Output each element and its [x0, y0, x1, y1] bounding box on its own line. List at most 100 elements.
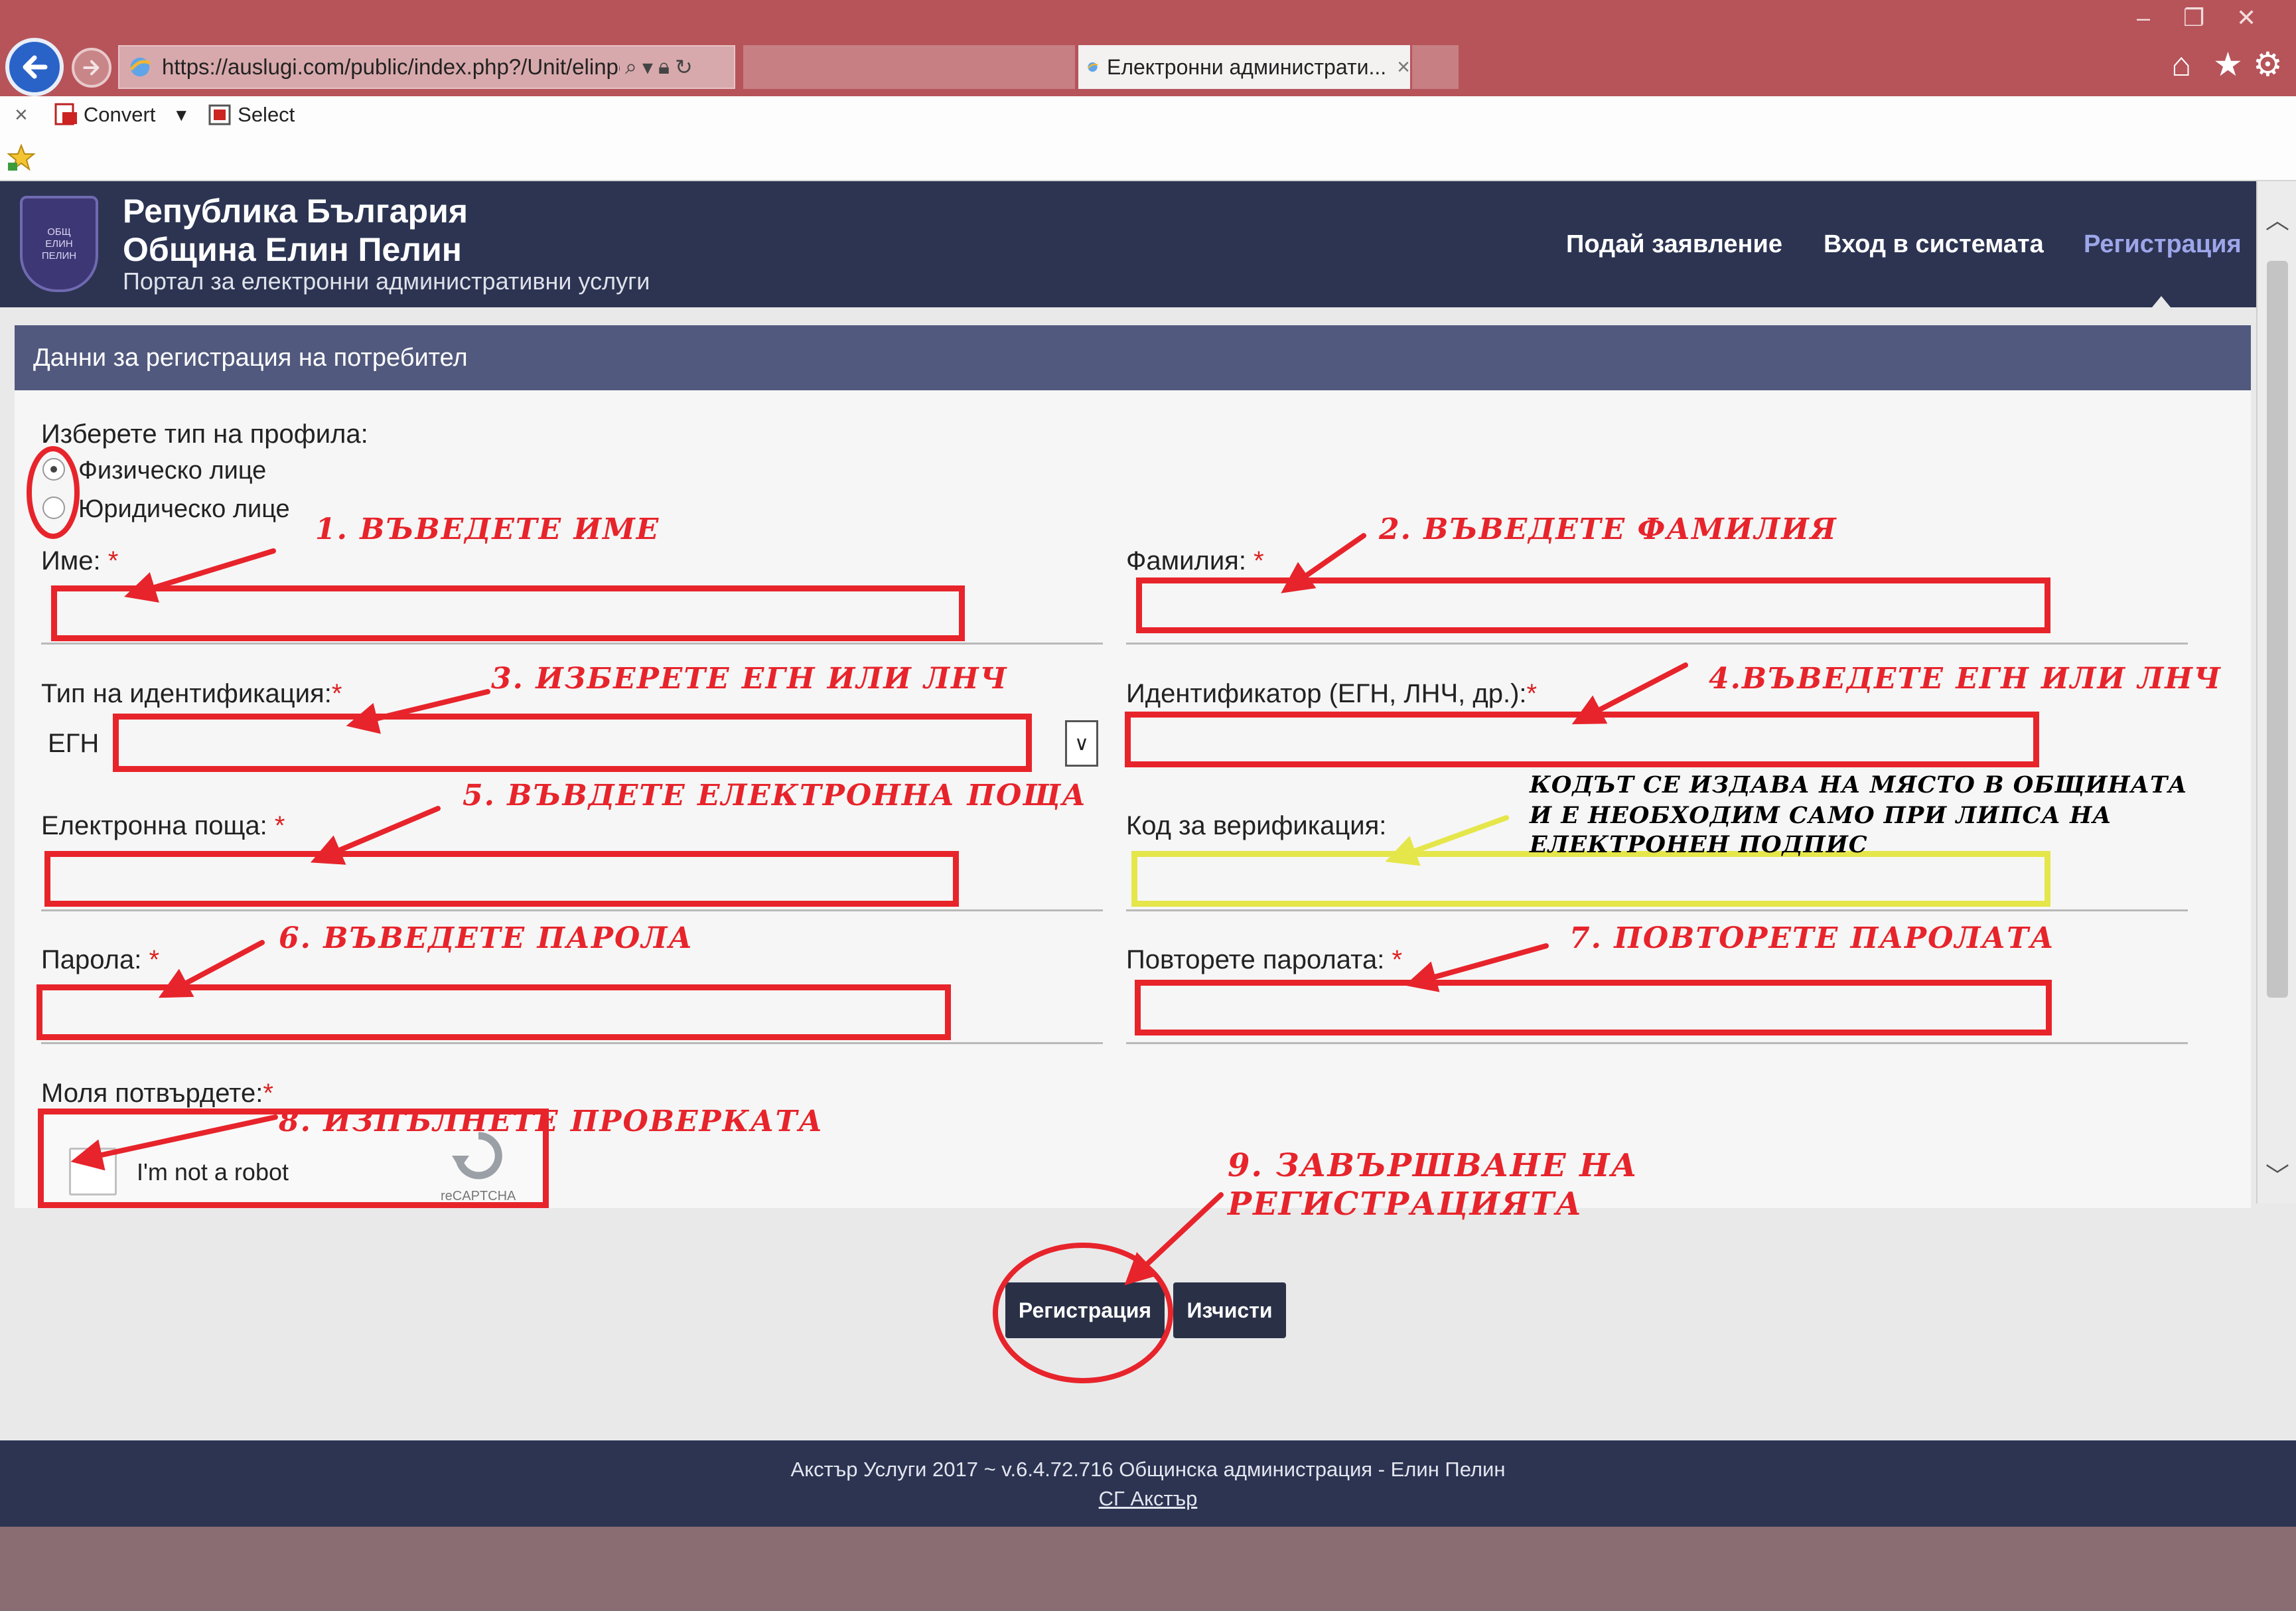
repeat-password-label: Повторете паролата: *: [1126, 945, 1403, 974]
verification-underline: [1126, 909, 2188, 911]
repeat-password-input[interactable]: [1135, 980, 2052, 1036]
back-button[interactable]: [5, 38, 64, 96]
search-icon[interactable]: ⌕: [625, 54, 637, 80]
verification-note-line1: КОДЪТ СЕ ИЗДАВА НА МЯСТО В ОБЩИНАТА: [1530, 771, 2188, 799]
header-subtitle: Портал за електронни административни усл…: [123, 268, 650, 295]
convert-dropdown-icon[interactable]: ▼: [173, 105, 190, 125]
dropdown-icon[interactable]: ▾: [642, 54, 653, 80]
radio-individual-label[interactable]: Физическо лице: [78, 457, 266, 485]
close-toolbar-icon[interactable]: ×: [15, 102, 28, 128]
annotation-step-4: 4.ВЪВЕДЕТЕ ЕГН ИЛИ ЛНЧ: [1709, 662, 2222, 696]
arrow-left-icon: [23, 55, 48, 79]
annotation-step-6: 6. ВЪВЕДЕТЕ ПАРОЛА: [279, 921, 694, 955]
address-url: https://auslugi.com/public/index.php?/Un…: [162, 54, 620, 79]
profile-type-label: Изберете тип на профила:: [41, 420, 368, 449]
address-bar[interactable]: https://auslugi.com/public/index.php?/Un…: [118, 45, 735, 89]
nav-register[interactable]: Регистрация: [2084, 230, 2242, 259]
command-bar: × Convert ▼ Select: [0, 96, 2296, 133]
annotation-step-5: 5. ВЪВДЕТЕ ЕЛЕКТРОННА ПОЩА: [463, 779, 1088, 812]
scroll-thumb[interactable]: [2267, 261, 2288, 998]
select-icon: [208, 104, 231, 125]
annotation-step-9-line1: 9. ЗАВЪРШВАНЕ НА: [1228, 1147, 1638, 1184]
radio-legal-entity-label[interactable]: Юридическо лице: [78, 495, 290, 524]
forward-button[interactable]: [72, 48, 111, 88]
footer-text: Акстър Услуги 2017 ~ v.6.4.72.716 Общинс…: [790, 1458, 1506, 1481]
captcha-text: I'm not a robot: [137, 1158, 289, 1186]
header-title-country: Република България: [123, 192, 468, 230]
id-type-selected[interactable]: ЕГН: [48, 729, 99, 759]
ie-page-icon: [129, 57, 151, 77]
header-title-municipality: Община Елин Пелин: [123, 231, 462, 268]
new-tab-area[interactable]: [1412, 45, 1459, 89]
gear-icon[interactable]: ⚙: [2253, 45, 2283, 84]
register-button[interactable]: Регистрация: [1005, 1282, 1165, 1338]
annotation-step-2: 2. ВЪВЕДЕТЕ ФАМИЛИЯ: [1379, 512, 1837, 546]
identifier-input[interactable]: [1125, 712, 2039, 767]
municipality-logo[interactable]: ОБЩ ЕЛИН ПЕЛИН: [20, 196, 98, 292]
browser-titlebar: https://auslugi.com/public/index.php?/Un…: [0, 0, 2296, 96]
nav-login[interactable]: Вход в системата: [1824, 230, 2044, 259]
annotation-step-1: 1. ВЪВЕДЕТЕ ИМЕ: [315, 512, 660, 546]
first-name-input[interactable]: [51, 585, 965, 641]
radio-legal-entity[interactable]: [42, 497, 65, 519]
email-label: Електронна поща: *: [41, 811, 285, 840]
favorites-add-icon[interactable]: [7, 143, 36, 172]
nav-submit-application[interactable]: Подай заявление: [1566, 230, 1782, 259]
page-scrollbar[interactable]: ︿ ﹀: [2256, 181, 2296, 1203]
tab-close-icon[interactable]: ×: [1397, 54, 1410, 80]
lock-icon[interactable]: 🔒︎: [658, 54, 670, 80]
annotation-step-7: 7. ПОВТОРЕТЕ ПАРОЛАТА: [1569, 921, 2055, 955]
annotation-step-9-line2: РЕГИСТРАЦИЯТА: [1228, 1186, 1583, 1223]
annotation-step-3: 3. ИЗБЕРЕТЕ ЕГН ИЛИ ЛНЧ: [491, 662, 1008, 696]
identifier-label: Идентификатор (ЕГН, ЛНЧ, др.):*: [1126, 679, 1538, 708]
favorites-star-icon[interactable]: ★: [2213, 45, 2243, 84]
favorites-bar: [0, 133, 2296, 181]
active-nav-caret: [2152, 296, 2171, 307]
first-name-label: Име: *: [41, 546, 119, 575]
close-window-icon[interactable]: ✕: [2236, 4, 2256, 32]
captcha-brand: reCAPTCHA: [441, 1189, 516, 1203]
select-label: Select: [238, 103, 295, 126]
verification-code-label: Код за верификация:: [1126, 811, 1387, 840]
verification-note-line3: ЕЛЕКТРОНЕН ПОДПИС: [1530, 831, 1868, 858]
scroll-down-icon[interactable]: ﹀: [2265, 1157, 2289, 1191]
id-type-label: Тип на идентификация:*: [41, 679, 342, 708]
refresh-icon[interactable]: ↻: [675, 54, 693, 80]
password-underline: [41, 1042, 1103, 1044]
verification-code-input[interactable]: [1131, 851, 2050, 907]
annotation-step-8: 8. ИЗПЪЛНЕТЕ ПРОВЕРКАТА: [279, 1105, 824, 1138]
scroll-up-icon[interactable]: ︿: [2265, 201, 2289, 236]
panel-title: Данни за регистрация на потребител: [15, 325, 2251, 390]
tab-title: Електронни администрати...: [1106, 54, 1387, 79]
verification-note-line2: И Е НЕОБХОДИМ САМО ПРИ ЛИПСА НА: [1530, 802, 2112, 829]
bottom-band: [0, 1527, 2296, 1611]
maximize-icon[interactable]: ❐: [2183, 4, 2204, 32]
select-button[interactable]: Select: [207, 102, 295, 128]
chevron-down-icon[interactable]: ∨: [1065, 720, 1098, 767]
repeat-password-underline: [1126, 1042, 2188, 1044]
tab-active[interactable]: Електронни администрати... ×: [1078, 45, 1410, 89]
site-footer: Акстър Услуги 2017 ~ v.6.4.72.716 Общинс…: [0, 1440, 2296, 1527]
password-input[interactable]: [36, 984, 951, 1040]
email-input[interactable]: [44, 851, 959, 907]
captcha-checkbox[interactable]: [69, 1148, 117, 1195]
last-name-input[interactable]: [1136, 577, 2050, 633]
last-name-underline: [1126, 643, 2188, 645]
minimize-icon[interactable]: ‒: [2137, 4, 2150, 32]
clear-button[interactable]: Изчисти: [1173, 1282, 1286, 1338]
required-mark: *: [108, 546, 119, 575]
footer-link[interactable]: СГ Акстър: [0, 1487, 2296, 1511]
id-type-select[interactable]: [113, 714, 1032, 772]
first-name-underline: [41, 643, 1103, 645]
password-label: Парола: *: [41, 945, 160, 974]
home-icon[interactable]: ⌂: [2171, 45, 2191, 84]
radio-individual[interactable]: [42, 458, 65, 481]
arrow-right-icon: [83, 60, 100, 76]
confirm-label: Моля потвърдете:*: [41, 1079, 273, 1108]
ie-tab-icon: [1087, 62, 1098, 72]
email-underline: [41, 909, 1103, 911]
last-name-label: Фамилия: *: [1126, 546, 1264, 575]
tab-blank[interactable]: [743, 45, 1075, 89]
convert-button[interactable]: Convert: [53, 102, 155, 128]
site-header: ОБЩ ЕЛИН ПЕЛИН Република България Община Е…: [0, 181, 2256, 307]
